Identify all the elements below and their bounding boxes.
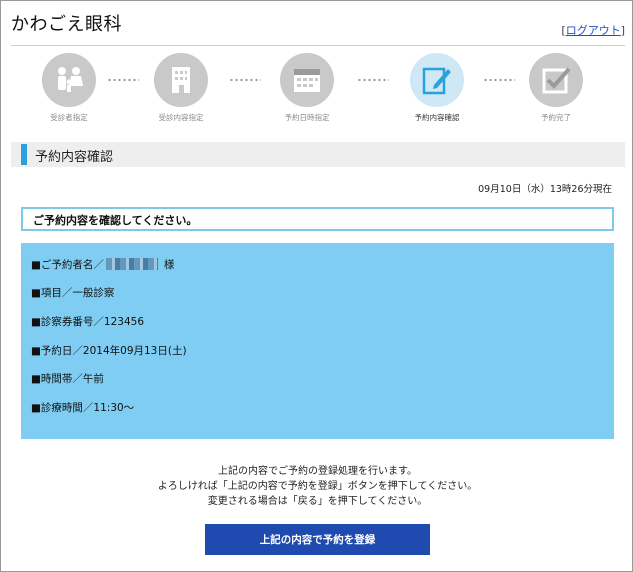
header: かわごえ眼科 [ログアウト] — [11, 10, 625, 46]
detail-reserver: ■ご予約者名／ 様 — [31, 257, 174, 272]
step-content: 受診内容指定 — [146, 53, 216, 123]
section-title: 予約内容確認 — [11, 142, 625, 167]
detail-date: ■予約日／2014年09月13日(土) — [31, 345, 187, 357]
step-label: 予約日時指定 — [284, 113, 330, 122]
detail-reserver-suffix: 様 — [163, 259, 175, 271]
family-icon — [42, 53, 96, 107]
detail-reserver-label: ■ご予約者名／ — [31, 259, 104, 271]
register-reservation-button[interactable]: 上記の内容で予約を登録 — [205, 524, 430, 555]
checkbox-icon — [529, 53, 583, 107]
step-connector — [357, 78, 389, 82]
guide-line: 変更される場合は「戻る」を押下してください。 — [207, 496, 428, 507]
detail-time-slot: ■時間帯／午前 — [31, 373, 104, 385]
step-connector — [483, 78, 515, 82]
detail-time: ■診療時間／11:30～ — [31, 402, 135, 414]
step-connector — [107, 78, 139, 82]
section-accent-bar — [21, 144, 27, 165]
step-complete: 予約完了 — [521, 53, 591, 123]
step-connector — [229, 78, 261, 82]
calendar-icon — [280, 53, 334, 107]
logout-area: [ログアウト] — [561, 24, 625, 37]
step-label: 予約完了 — [541, 113, 571, 122]
guide-line: 上記の内容でご予約の登録処理を行います。 — [218, 466, 417, 477]
guide-text: 上記の内容でご予約の登録処理を行います。 よろしければ「上記の内容で予約を登録」… — [1, 464, 633, 509]
redacted-name — [105, 258, 158, 270]
confirm-notice-text: ご予約内容を確認してください。 — [33, 214, 198, 227]
confirm-notice: ご予約内容を確認してください。 — [21, 207, 614, 231]
edit-icon — [410, 53, 464, 107]
reservation-details: ■ご予約者名／ 様 ■項目／一般診察 ■診察券番号／123456 ■予約日／201… — [21, 243, 614, 439]
hospital-icon — [154, 53, 208, 107]
guide-line: よろしければ「上記の内容で予約を登録」ボタンを押下してください。 — [157, 481, 478, 492]
detail-item: ■項目／一般診察 — [31, 287, 115, 299]
step-label: 受診者指定 — [50, 113, 88, 122]
step-label: 予約内容確認 — [414, 113, 460, 122]
step-patient: 受診者指定 — [34, 53, 104, 123]
logout-link[interactable]: ログアウト — [566, 24, 621, 37]
app-window: かわごえ眼科 [ログアウト] 受診者指定 受診内容指定 予約日時指定 予約内容確… — [0, 0, 633, 572]
detail-card-number: ■診察券番号／123456 — [31, 316, 145, 328]
clinic-name: かわごえ眼科 — [11, 14, 122, 35]
section-title-text: 予約内容確認 — [35, 150, 114, 165]
current-timestamp: 09月10日（水）13時26分現在 — [478, 184, 612, 195]
step-confirm: 予約内容確認 — [402, 53, 472, 123]
step-label: 受診内容指定 — [158, 113, 204, 122]
step-datetime: 予約日時指定 — [272, 53, 342, 123]
progress-steps: 受診者指定 受診内容指定 予約日時指定 予約内容確認 予約完了 — [1, 53, 633, 131]
